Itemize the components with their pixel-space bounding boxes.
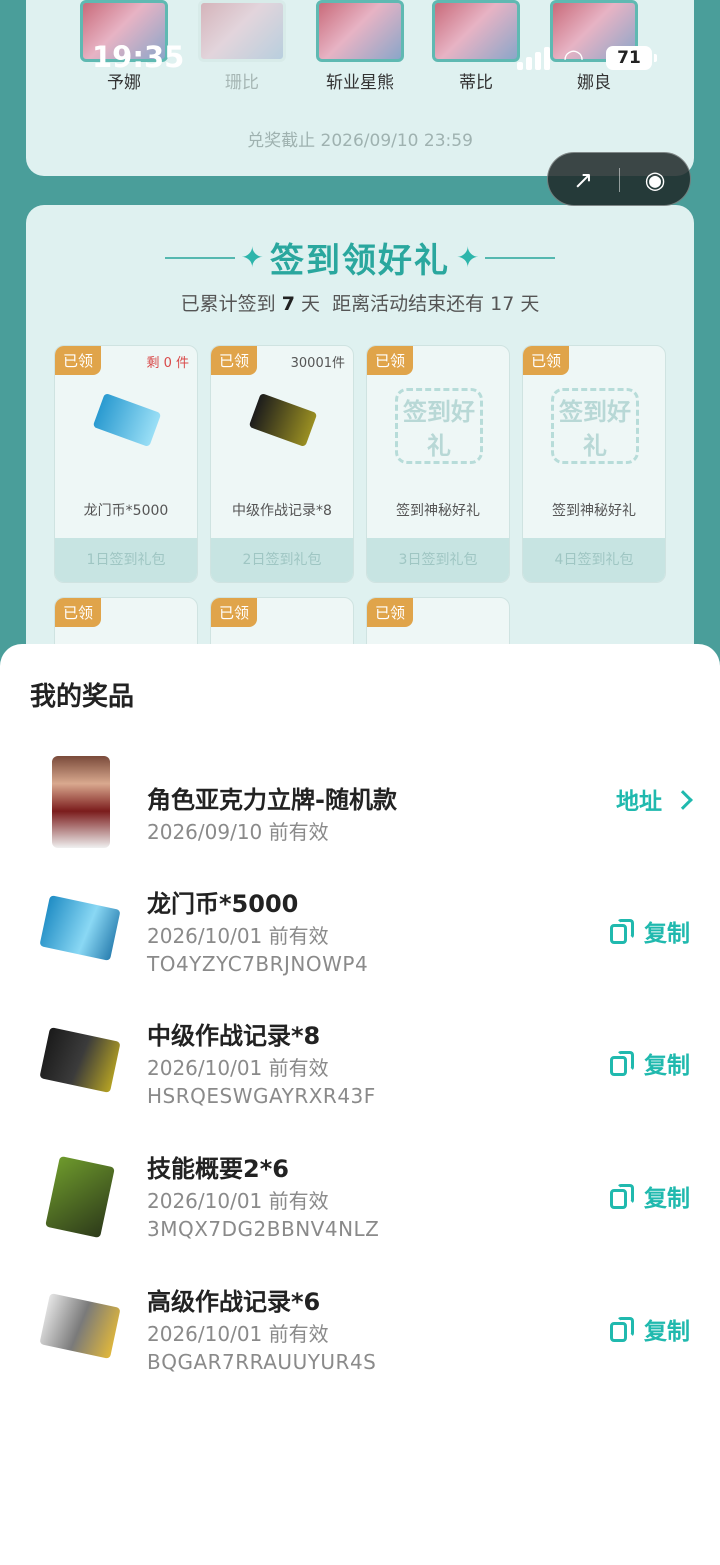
prize-expiry: 2026/10/01 前有效 bbox=[147, 1056, 329, 1080]
copy-label: 复制 bbox=[644, 1319, 690, 1345]
sheet-title: 我的奖品 bbox=[30, 682, 135, 712]
copy-label: 复制 bbox=[644, 921, 690, 947]
prize-name: 中级作战记录*8 bbox=[147, 1022, 321, 1050]
prize-item: 技能概要2*6 2026/10/01 前有效 3MQX7DG2BBNV4NLZ … bbox=[0, 1149, 720, 1267]
prize-item: 角色亚克力立牌-随机款 2026/09/10 前有效 地址 bbox=[0, 756, 720, 898]
copy-icon bbox=[610, 1317, 634, 1343]
share-icon[interactable]: ↗ bbox=[548, 153, 618, 207]
redeem-code: HSRQESWGAYRXR43F bbox=[147, 1084, 376, 1108]
copy-label: 复制 bbox=[644, 1053, 690, 1079]
prize-name: 技能概要2*6 bbox=[147, 1155, 289, 1183]
prize-expiry: 2026/10/01 前有效 bbox=[147, 1322, 329, 1346]
skill-image bbox=[45, 1155, 115, 1239]
copy-button[interactable]: 复制 bbox=[610, 914, 690, 948]
standee-image bbox=[52, 756, 110, 848]
copy-icon bbox=[610, 1184, 634, 1210]
prize-name: 角色亚克力立牌-随机款 bbox=[147, 786, 397, 814]
chevron-right-icon bbox=[673, 790, 693, 810]
prize-expiry: 2026/10/01 前有效 bbox=[147, 1189, 329, 1213]
address-label: 地址 bbox=[616, 789, 662, 815]
copy-button[interactable]: 复制 bbox=[610, 1046, 690, 1080]
miniprogram-capsule: ↗ ◉ bbox=[547, 152, 691, 206]
prize-item: 龙门币*5000 2026/10/01 前有效 TO4YZYC7BRJNOWP4… bbox=[0, 884, 720, 1002]
my-prizes-sheet: 我的奖品 角色亚克力立牌-随机款 2026/09/10 前有效 地址 龙门币*5… bbox=[0, 644, 720, 1565]
redeem-code: TO4YZYC7BRJNOWP4 bbox=[147, 952, 369, 976]
prize-name: 高级作战记录*6 bbox=[147, 1288, 321, 1316]
cellular-signal-icon bbox=[517, 46, 551, 70]
close-target-icon[interactable]: ◉ bbox=[620, 153, 690, 207]
prize-item: 高级作战记录*6 2026/10/01 前有效 BQGAR7RRAUUYUR4S… bbox=[0, 1282, 720, 1400]
copy-button[interactable]: 复制 bbox=[610, 1179, 690, 1213]
prize-expiry: 2026/09/10 前有效 bbox=[147, 820, 329, 844]
address-button[interactable]: 地址 bbox=[616, 782, 693, 816]
copy-label: 复制 bbox=[644, 1186, 690, 1212]
copy-icon bbox=[610, 919, 634, 945]
redeem-code: BQGAR7RRAUUYUR4S bbox=[147, 1350, 377, 1374]
copy-icon bbox=[610, 1051, 634, 1077]
clock: 19:35 bbox=[92, 40, 185, 74]
battery-icon: 71 bbox=[606, 46, 657, 70]
copy-button[interactable]: 复制 bbox=[610, 1312, 690, 1346]
status-bar: 19:35 ◠ 71 bbox=[0, 0, 720, 118]
wifi-icon: ◠ bbox=[563, 44, 584, 72]
prize-item: 中级作战记录*8 2026/10/01 前有效 HSRQESWGAYRXR43F… bbox=[0, 1016, 720, 1134]
prize-name: 龙门币*5000 bbox=[147, 890, 299, 918]
redeem-code: 3MQX7DG2BBNV4NLZ bbox=[147, 1217, 380, 1241]
adv-record-image bbox=[39, 1293, 121, 1359]
prize-expiry: 2026/10/01 前有效 bbox=[147, 924, 329, 948]
record-image bbox=[39, 1027, 121, 1093]
lmd-image bbox=[39, 895, 121, 961]
